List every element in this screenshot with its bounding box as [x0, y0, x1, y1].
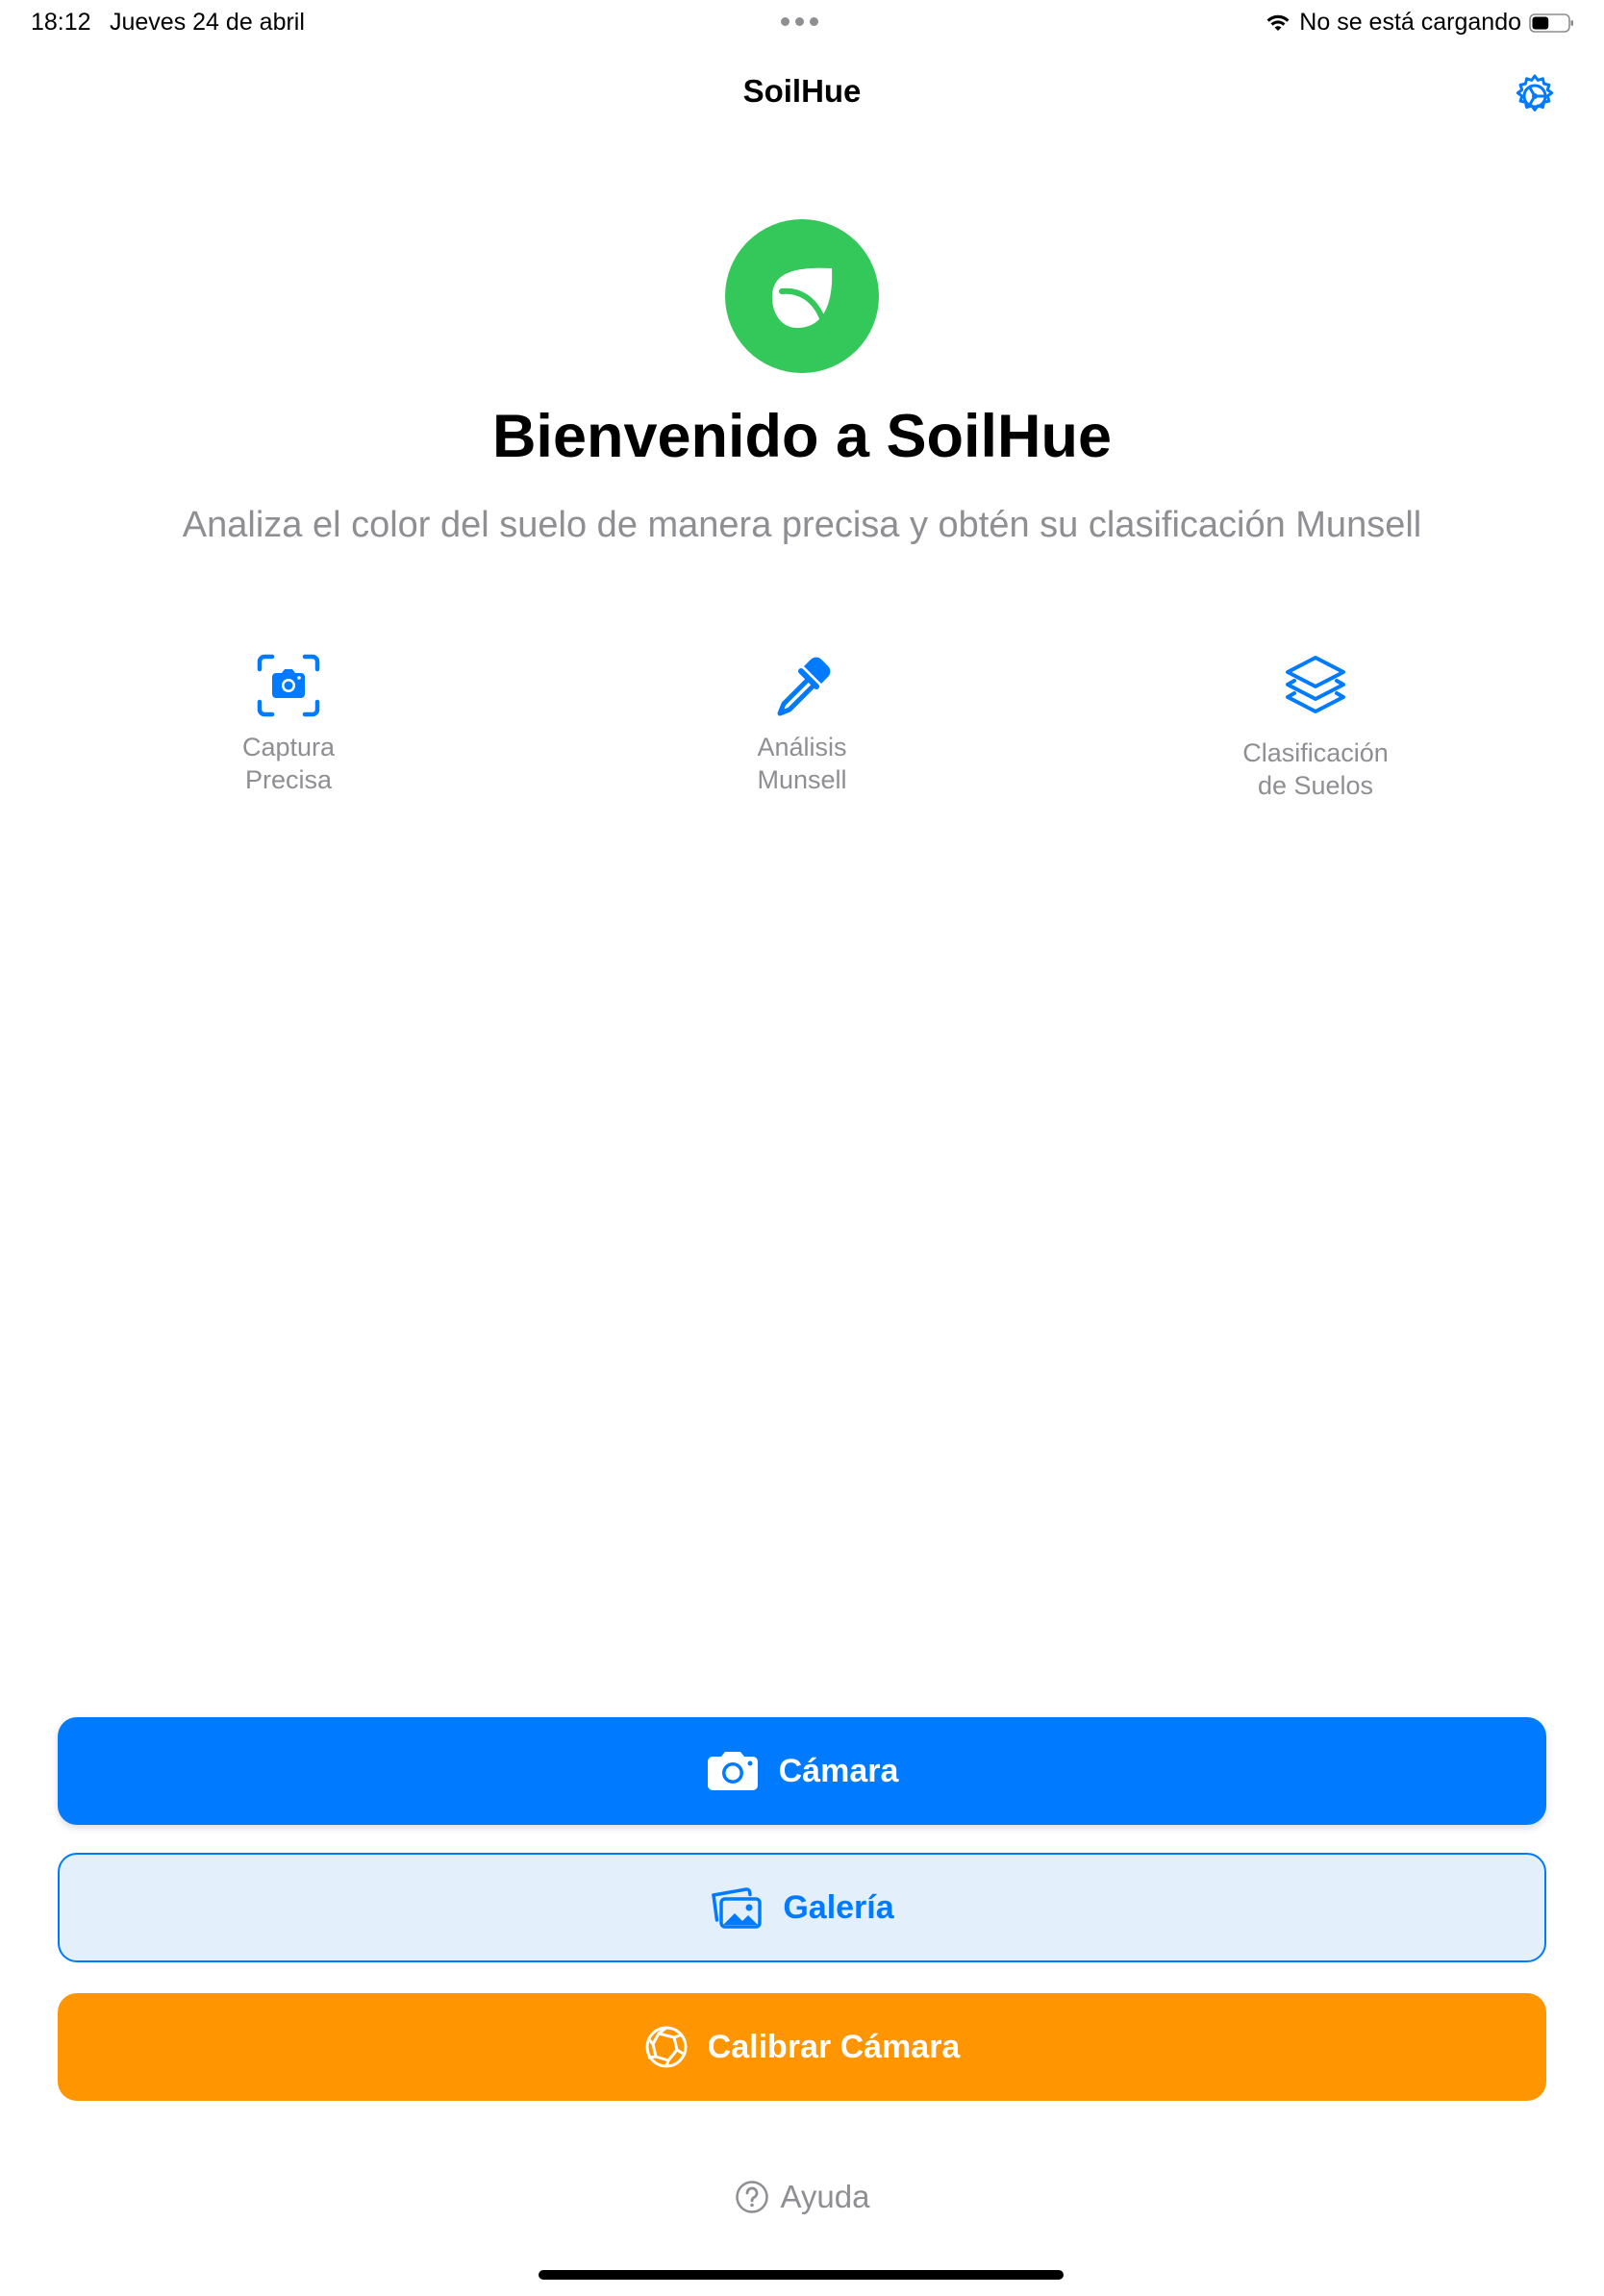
welcome-subtitle: Analiza el color del suelo de manera pre… [182, 505, 1422, 545]
eyedropper-icon [777, 657, 831, 716]
photo-stack-icon [712, 1887, 763, 1929]
layers-icon [1286, 656, 1345, 713]
camera-icon [707, 1752, 758, 1790]
leaf-icon [772, 267, 833, 328]
status-bar: 18:12 Jueves 24 de abril No se está carg… [0, 0, 1604, 46]
welcome-title: Bienvenido a SoilHue [491, 403, 1113, 470]
app-logo [725, 219, 879, 373]
feature-soil-classification: Clasificación de Suelos [1162, 652, 1469, 802]
camera-aperture-icon [645, 2026, 688, 2068]
status-time: 18:12 [31, 9, 91, 36]
home-indicator[interactable] [539, 2270, 1064, 2280]
calibrate-button-label: Calibrar Cámara [707, 2028, 961, 2065]
camera-button-label: Cámara [778, 1752, 899, 1789]
nav-title: SoilHue [742, 73, 862, 109]
camera-button[interactable]: Cámara [58, 1717, 1546, 1825]
wifi-icon [1266, 14, 1290, 31]
settings-button[interactable] [1510, 71, 1560, 121]
multitasking-dots-icon[interactable] [781, 17, 818, 26]
question-circle-icon [735, 2181, 768, 2213]
calibrate-camera-button[interactable]: Calibrar Cámara [58, 1993, 1546, 2101]
help-link[interactable]: Ayuda [0, 2179, 1604, 2215]
feature-precise-capture: Captura Precisa [135, 652, 442, 796]
gallery-button[interactable]: Galería [58, 1853, 1546, 1962]
feature-label: Análisis Munsell [757, 733, 847, 794]
help-label: Ayuda [780, 2179, 870, 2214]
status-date: Jueves 24 de abril [110, 9, 305, 36]
gallery-button-label: Galería [783, 1888, 894, 1926]
feature-munsell-analysis: Análisis Munsell [648, 652, 956, 796]
gear-icon [1516, 74, 1554, 112]
status-right: No se está cargando [1265, 9, 1575, 37]
feature-label: Captura Precisa [241, 733, 336, 794]
charging-status: No se está cargando [1299, 9, 1521, 36]
feature-label: Clasificación de Suelos [1242, 738, 1389, 800]
app-screen: 18:12 Jueves 24 de abril No se está carg… [0, 0, 1604, 2296]
battery-icon [1529, 12, 1573, 33]
camera-viewfinder-icon [257, 654, 320, 717]
